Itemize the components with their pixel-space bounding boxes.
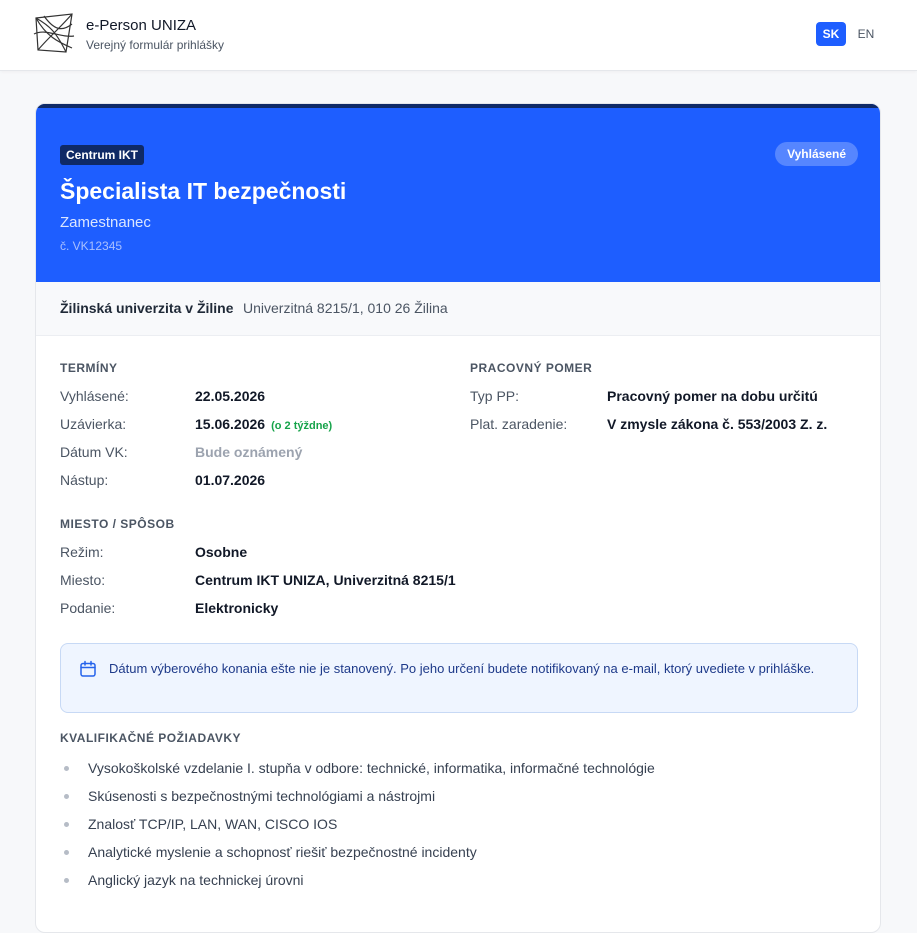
requirement-text: Anglický jazyk na technickej úrovni: [88, 872, 304, 888]
terms-value-start: 01.07.2026: [195, 472, 266, 488]
list-item: Znalosť TCP/IP, LAN, WAN, CISCO IOS: [60, 815, 850, 843]
terms-value-vk-date: Bude oznámený: [195, 444, 303, 460]
top-bar: e-Person UNIZA Verejný formulár prihlášk…: [0, 0, 917, 71]
brand-title: e-Person UNIZA: [86, 17, 197, 34]
list-item: Analytické myslenie a schopnosť riešiť b…: [60, 843, 850, 871]
bullet-icon: [64, 878, 69, 883]
deadline-date: 15.06.2026: [195, 416, 266, 432]
place-label-mode: Režim:: [60, 544, 104, 560]
terms-value-deadline: 15.06.2026 (o 2 týždne): [195, 416, 332, 432]
place-heading: MIESTO / SPÔSOB: [60, 517, 175, 531]
place-label-location: Miesto:: [60, 572, 106, 588]
notice-text: Dátum výberového konania ešte nie je sta…: [109, 661, 815, 676]
place-value-location: Centrum IKT UNIZA, Univerzitná 8215/1: [195, 572, 456, 588]
language-sk-button[interactable]: SK: [816, 22, 846, 46]
bullet-icon: [64, 822, 69, 827]
requirement-text: Znalosť TCP/IP, LAN, WAN, CISCO IOS: [88, 816, 338, 832]
job-card: Centrum IKT Vyhlásené Špecialista IT bez…: [35, 103, 881, 933]
calendar-icon: [80, 660, 96, 677]
requirements-list: Vysokoškolské vzdelanie I. stupňa v odbo…: [60, 759, 850, 899]
job-number: č. VK12345: [60, 239, 123, 253]
bullet-icon: [64, 850, 69, 855]
employment-label-salary: Plat. zaradenie:: [470, 416, 568, 432]
brand-subtitle: Verejný formulár prihlášky: [86, 38, 225, 52]
employment-label-type: Typ PP:: [470, 388, 520, 404]
place-value-mode: Osobne: [195, 544, 248, 560]
terms-heading: TERMÍNY: [60, 361, 118, 375]
department-badge: Centrum IKT: [60, 145, 144, 165]
place-value-submission: Elektronicky: [195, 600, 279, 616]
employment-value-type: Pracovný pomer na dobu určitú: [607, 388, 818, 404]
organization-name: Žilinská univerzita v Žiline: [60, 300, 234, 316]
terms-label-announced: Vyhlásené:: [60, 388, 129, 404]
requirement-text: Vysokoškolské vzdelanie I. stupňa v odbo…: [88, 760, 655, 776]
list-item: Anglický jazyk na technickej úrovni: [60, 871, 850, 899]
organization-bar: Žilinská univerzita v Žiline · Univerzit…: [36, 282, 880, 336]
requirements-heading: KVALIFIKAČNÉ POŽIADAVKY: [60, 731, 242, 745]
terms-label-start: Nástup:: [60, 472, 109, 488]
uniza-logo-icon[interactable]: [32, 12, 76, 56]
list-item: Vysokoškolské vzdelanie I. stupňa v odbo…: [60, 759, 850, 787]
requirement-text: Analytické myslenie a schopnosť riešiť b…: [88, 844, 477, 860]
status-badge: Vyhlásené: [775, 142, 858, 166]
employment-heading: PRACOVNÝ POMER: [470, 361, 593, 375]
job-type: Zamestnanec: [60, 214, 151, 231]
bullet-icon: [64, 766, 69, 771]
list-item: Skúsenosti s bezpečnostnými technológiam…: [60, 787, 850, 815]
bullet-icon: [64, 794, 69, 799]
place-label-submission: Podanie:: [60, 600, 116, 616]
info-notice: Dátum výberového konania ešte nie je sta…: [60, 643, 858, 713]
terms-value-announced: 22.05.2026: [195, 388, 266, 404]
terms-label-vk-date: Dátum VK:: [60, 444, 128, 460]
language-en-button[interactable]: EN: [852, 22, 880, 46]
deadline-hint: (o 2 týždne): [271, 420, 333, 432]
employment-value-salary: V zmysle zákona č. 553/2003 Z. z.: [607, 416, 828, 432]
job-hero: Centrum IKT Vyhlásené Špecialista IT bez…: [36, 104, 880, 282]
terms-label-deadline: Uzávierka:: [60, 416, 127, 432]
job-title: Špecialista IT bezpečnosti: [60, 178, 347, 204]
organization-address: Univerzitná 8215/1, 010 26 Žilina: [243, 300, 448, 316]
requirement-text: Skúsenosti s bezpečnostnými technológiam…: [88, 788, 436, 804]
organization-separator: ·: [230, 300, 235, 316]
